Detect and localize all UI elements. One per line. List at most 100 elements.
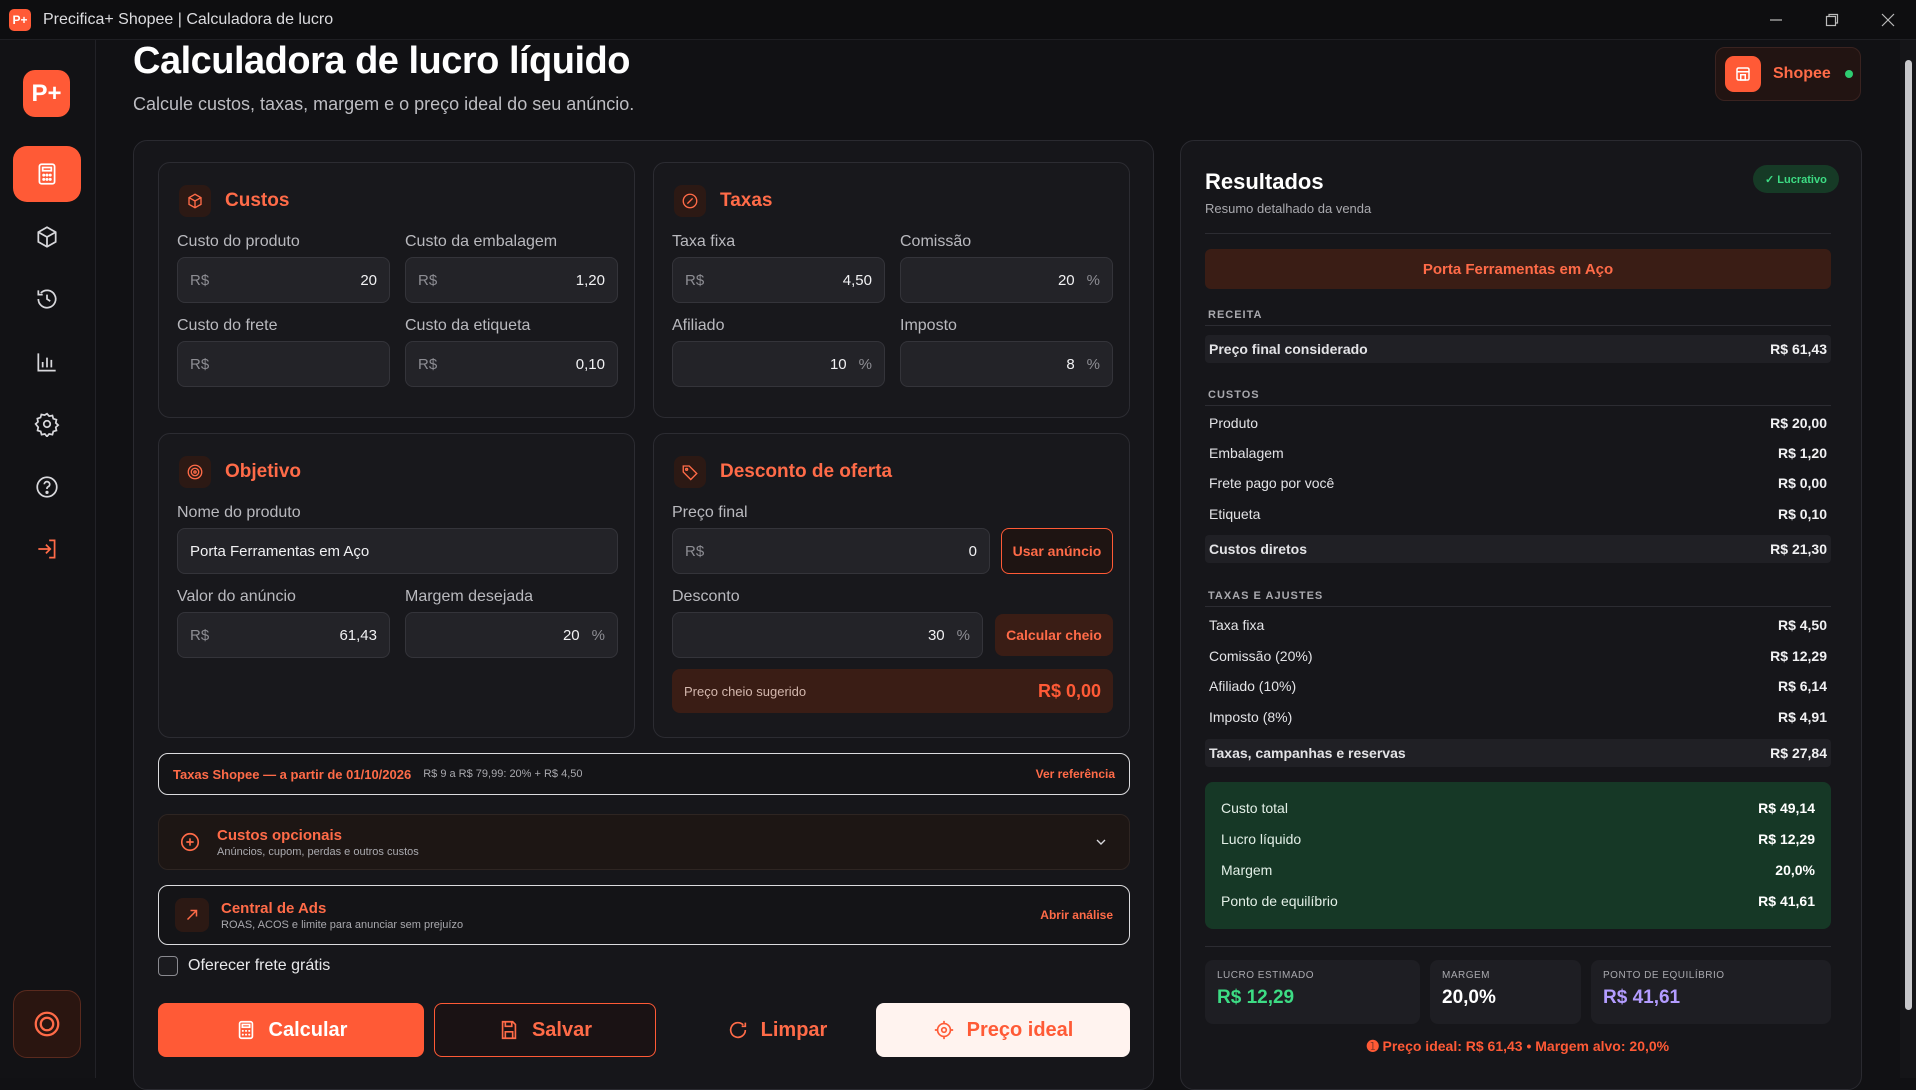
usar-anuncio-button[interactable]: Usar anúncio <box>1001 528 1113 574</box>
ver-referencia-link[interactable]: Ver referência <box>1036 767 1115 781</box>
box-icon <box>37 226 57 248</box>
result-row-produto: Produto R$ 20,00 <box>1209 415 1827 431</box>
abrir-analise-link[interactable]: Abrir análise <box>1040 908 1113 922</box>
status-dot <box>1844 70 1853 78</box>
sidebar-item-settings[interactable] <box>13 396 81 452</box>
page-title: Calculadora de lucro líquido <box>133 40 630 82</box>
sidebar-item-logout[interactable] <box>13 521 81 577</box>
history-icon <box>37 289 57 309</box>
divider <box>1205 325 1831 326</box>
calcular-cheio-button[interactable]: Calcular cheio <box>995 614 1113 656</box>
salvar-button[interactable]: Salvar <box>434 1003 656 1057</box>
custo-embalagem-field[interactable]: R$ 1,20 <box>405 257 618 303</box>
nome-produto-label: Nome do produto <box>177 504 301 521</box>
central-ads-title: Central de Ads <box>221 899 327 917</box>
taxas-total-row: Taxas, campanhas e reservas R$ 27,84 <box>1205 739 1831 767</box>
window-title: Precifica+ Shopee | Calculadora de lucro <box>43 10 334 28</box>
custos-opcionais-subtitle: Anúncios, cupom, perdas e outros custos <box>217 845 419 858</box>
percent-icon <box>674 185 706 217</box>
preco-ideal-button[interactable]: Preço ideal <box>876 1003 1130 1057</box>
imposto-label: Imposto <box>900 317 957 334</box>
summary-box: Custo total R$ 49,14 Lucro líquido R$ 12,2… <box>1205 782 1831 929</box>
custo-frete-label: Custo do frete <box>177 317 278 334</box>
custo-etiqueta-field[interactable]: R$ 0,10 <box>405 341 618 387</box>
comissao-label: Comissão <box>900 233 972 250</box>
nome-produto-field[interactable]: Porta Ferramentas em Aço <box>177 528 618 574</box>
gear-icon <box>34 412 60 437</box>
preco-final-label: Preço final <box>672 504 748 521</box>
custo-embalagem-label: Custo da embalagem <box>405 233 558 250</box>
scrollbar[interactable] <box>1900 40 1916 1078</box>
result-row-taxa-fixa: Taxa fixa R$ 4,50 <box>1209 617 1827 633</box>
sidebar-item-calculator[interactable] <box>13 146 81 202</box>
preco-cheio-sugerido: Preço cheio sugerido R$ 0,00 <box>672 669 1113 713</box>
restore-icon <box>1825 13 1839 27</box>
sidebar-item-help[interactable] <box>13 459 81 515</box>
taxa-fixa-field[interactable]: R$ 4,50 <box>672 257 885 303</box>
central-ads-bar[interactable]: Central de Ads ROAS, ACOS e limite para … <box>158 885 1130 945</box>
frete-gratis-row[interactable]: Oferecer frete grátis <box>158 956 330 976</box>
imposto-field[interactable]: 8% <box>900 341 1113 387</box>
taxas-heading: TAXAS E AJUSTES <box>1208 590 1324 602</box>
objetivo-title: Objetivo <box>225 461 302 482</box>
summary-lucro-liquido: Lucro líquido R$ 12,29 <box>1221 830 1815 847</box>
calculator-icon <box>38 163 56 185</box>
receita-heading: RECEITA <box>1208 309 1263 321</box>
divider <box>1205 946 1831 947</box>
bar-chart-icon <box>37 353 56 372</box>
minimize-button[interactable] <box>1748 0 1804 40</box>
divider <box>1205 233 1831 234</box>
custos-opcionais-toggle[interactable]: Custos opcionais Anúncios, cupom, perdas… <box>158 814 1130 870</box>
kpi-equilibrio: PONTO DE EQUILÍBRIO R$ 41,61 <box>1591 960 1831 1024</box>
result-row-etiqueta: Etiqueta R$ 0,10 <box>1209 506 1827 522</box>
divider <box>1205 606 1831 607</box>
custo-frete-field[interactable]: R$ <box>177 341 390 387</box>
sidebar-target-button[interactable] <box>13 990 81 1058</box>
refresh-icon <box>729 1021 746 1039</box>
taxa-fixa-label: Taxa fixa <box>672 233 736 250</box>
sidebar-item-reports[interactable] <box>13 334 81 390</box>
close-icon <box>1881 13 1895 27</box>
save-icon <box>501 1020 517 1040</box>
kpi-margem: MARGEM 20,0% <box>1430 960 1581 1024</box>
frete-gratis-label: Oferecer frete grátis <box>188 957 331 974</box>
divider <box>1205 405 1831 406</box>
fees-detail: R$ 9 a R$ 79,99: 20% + R$ 4,50 <box>423 768 583 780</box>
preco-final-field[interactable]: R$ 0 <box>672 528 990 574</box>
sidebar: P+ <box>0 40 96 1078</box>
objetivo-card: Objetivo Nome do produto Porta Ferrament… <box>158 433 635 738</box>
sidebar-item-products[interactable] <box>13 209 81 265</box>
result-row-imposto: Imposto (8%) R$ 4,91 <box>1209 709 1827 725</box>
custo-etiqueta-label: Custo da etiqueta <box>405 317 531 334</box>
close-button[interactable] <box>1860 0 1916 40</box>
calculator-panel: Custos Custo do produto R$ 20 Custo da em… <box>133 140 1154 1090</box>
limpar-button[interactable]: Limpar <box>666 1003 888 1057</box>
platform-name: Shopee <box>1773 65 1831 82</box>
restore-button[interactable] <box>1804 0 1860 40</box>
kpi-lucro: LUCRO ESTIMADO R$ 12,29 <box>1205 960 1420 1024</box>
custos-diretos-row: Custos diretos R$ 21,30 <box>1205 535 1831 563</box>
afiliado-field[interactable]: 10% <box>672 341 885 387</box>
cube-icon <box>179 185 211 217</box>
title-bar: P+ Precifica+ Shopee | Calculadora de lu… <box>0 0 1916 40</box>
minimize-icon <box>1770 19 1782 21</box>
custo-produto-field[interactable]: R$ 20 <box>177 257 390 303</box>
custos-opcionais-title: Custos opcionais <box>217 826 343 844</box>
sidebar-item-history[interactable] <box>13 271 81 327</box>
result-row-frete: Frete pago por você R$ 0,00 <box>1209 475 1827 491</box>
scroll-thumb[interactable] <box>1905 60 1912 1010</box>
crosshair-icon <box>934 1020 953 1040</box>
logout-icon <box>38 539 56 559</box>
sidebar-logo: P+ <box>23 70 70 117</box>
result-row-comissao: Comissão (20%) R$ 12,29 <box>1209 648 1827 664</box>
frete-gratis-checkbox[interactable] <box>158 956 178 976</box>
desconto-field[interactable]: 30% <box>672 612 983 658</box>
chevron-down-icon <box>1096 839 1106 845</box>
margem-field[interactable]: 20% <box>405 612 618 658</box>
platform-selector[interactable]: Shopee <box>1715 47 1861 101</box>
calcular-button[interactable]: Calcular <box>158 1003 424 1057</box>
taxas-title: Taxas <box>720 190 773 211</box>
desconto-card: Desconto de oferta Preço final R$ 0 Usar … <box>653 433 1130 738</box>
valor-anuncio-field[interactable]: R$ 61,43 <box>177 612 390 658</box>
comissao-field[interactable]: 20% <box>900 257 1113 303</box>
